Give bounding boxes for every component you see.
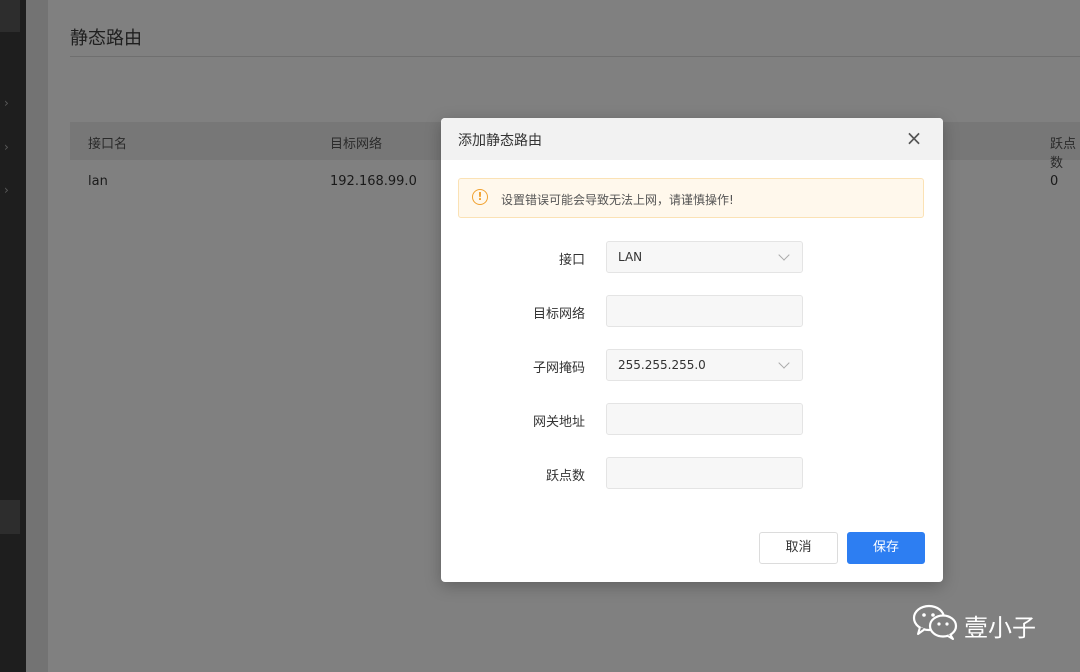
chevron-right-icon[interactable]: › [4,140,9,154]
page-title: 静态路由 [70,28,142,49]
interface-select[interactable]: LAN [606,241,803,273]
interface-select-value: LAN [618,250,643,264]
form-row-mask: 子网掩码 255.255.255.0 [441,349,943,381]
form-row-gateway: 网关地址 [441,403,943,435]
save-button[interactable]: 保存 [847,532,925,564]
warning-icon: ! [472,189,488,205]
wechat-icon [912,604,958,640]
watermark-text: 壹小子 [964,614,1036,642]
sidebar-item[interactable] [0,500,20,534]
chevron-right-icon[interactable]: › [4,96,9,110]
dialog-header: 添加静态路由 × [441,118,943,160]
hops-field-wrap [606,457,803,489]
warning-text: 设置错误可能会导致无法上网，请谨慎操作! [501,193,734,207]
dialog-title: 添加静态路由 [458,133,542,149]
cell-interface: lan [88,174,108,189]
cell-hops: 0 [1050,174,1059,189]
gateway-field-wrap [606,403,803,435]
chevron-down-icon [778,249,790,261]
target-network-input[interactable] [607,296,802,326]
sidebar: › › › [0,0,26,672]
cancel-button[interactable]: 取消 [759,532,838,564]
label-interface: 接口 [558,253,585,268]
form-row-hops: 跃点数 [441,457,943,489]
form-row-target: 目标网络 [441,295,943,327]
warning-banner: ! 设置错误可能会导致无法上网，请谨慎操作! [458,178,924,218]
subnet-mask-value: 255.255.255.0 [618,358,706,372]
label-hops: 跃点数 [545,469,585,484]
label-gateway: 网关地址 [532,415,585,430]
gutter [26,0,48,672]
divider [70,56,1080,57]
hops-input[interactable] [607,458,802,488]
target-network-field-wrap [606,295,803,327]
sidebar-item[interactable] [0,0,20,32]
label-target: 目标网络 [532,307,585,322]
cell-target: 192.168.99.0 [330,174,417,189]
gateway-input[interactable] [607,404,802,434]
subnet-mask-select[interactable]: 255.255.255.0 [606,349,803,381]
form-row-interface: 接口 LAN [441,241,943,273]
column-header-target: 目标网络 [330,137,383,152]
column-header-interface: 接口名 [88,137,128,152]
chevron-right-icon[interactable]: › [4,183,9,197]
add-static-route-dialog: 添加静态路由 × ! 设置错误可能会导致无法上网，请谨慎操作! 接口 LAN 目… [441,118,943,582]
chevron-down-icon [778,357,790,369]
close-icon[interactable]: × [903,127,925,149]
label-mask: 子网掩码 [532,361,585,376]
